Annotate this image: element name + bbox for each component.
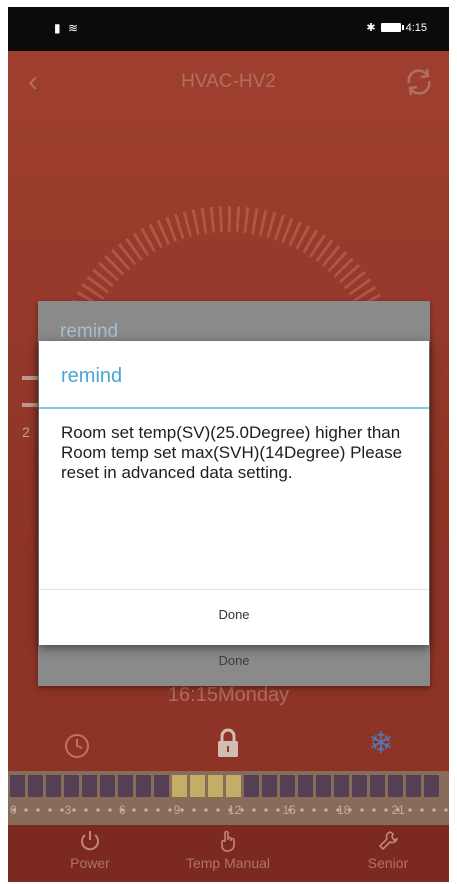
- main-screen: ‹ HVAC-HV2 2 16:15Monday ❄ 0 3 6 9 12 15…: [8, 51, 449, 882]
- dialog-divider: [39, 407, 429, 409]
- background-done-button[interactable]: Done: [38, 653, 430, 668]
- bluetooth-icon: ✱: [366, 22, 376, 34]
- status-time: 4:15: [405, 21, 427, 34]
- phone-screen: ▮ ≋ ✱ 4:15 ‹ HVAC-HV2 2 16:15Monday ❄ 0 …: [8, 7, 449, 882]
- status-bar: ▮ ≋ ✱ 4:15: [8, 7, 449, 51]
- sim-icon: ▮: [54, 21, 63, 35]
- status-right: ✱ 4:15: [366, 21, 427, 35]
- dialog-separator: [39, 589, 429, 590]
- remind-dialog: remind Room set temp(SV)(25.0Degree) hig…: [39, 341, 429, 645]
- status-left-icons: ▮ ≋: [54, 21, 80, 35]
- background-dialog-title: remind: [60, 321, 119, 342]
- dialog-title: remind: [61, 365, 123, 387]
- wifi-icon: ≋: [67, 21, 81, 35]
- done-button[interactable]: Done: [39, 607, 429, 622]
- battery-icon: [380, 23, 404, 32]
- dialog-message: Room set temp(SV)(25.0Degree) higher tha…: [61, 423, 403, 482]
